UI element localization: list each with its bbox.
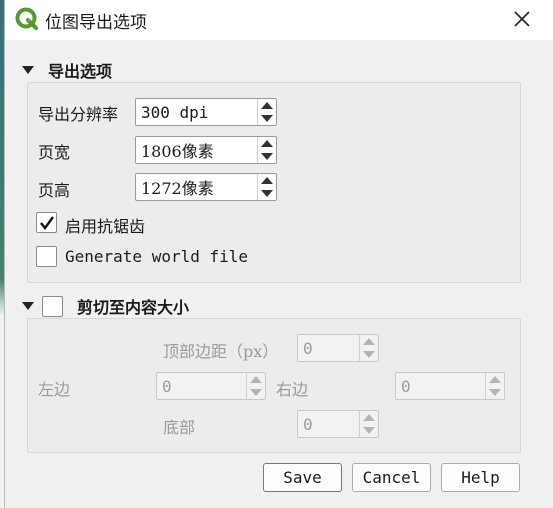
left-margin-value[interactable]: 0 <box>157 377 246 396</box>
spin-down-button[interactable] <box>247 386 265 399</box>
page-width-value[interactable]: 1806像素 <box>136 138 257 162</box>
page-height-spinbox[interactable]: 1272像素 <box>135 173 277 201</box>
spin-up-button[interactable] <box>360 335 378 348</box>
checkmark-icon <box>39 215 54 230</box>
right-margin-value[interactable]: 0 <box>396 377 485 396</box>
page-height-label: 页高 <box>38 181 71 200</box>
arrow-down-icon <box>489 389 501 396</box>
resolution-label: 导出分辨率 <box>38 105 119 124</box>
help-button[interactable]: Help <box>441 463 520 492</box>
left-margin-label: 左边 <box>38 380 71 399</box>
top-margin-value[interactable]: 0 <box>298 339 359 358</box>
right-margin-spinbox[interactable]: 0 <box>395 372 505 400</box>
world-file-label[interactable]: Generate world file <box>65 247 248 266</box>
arrow-up-icon <box>261 140 273 147</box>
export-options-header[interactable]: 导出选项 <box>22 58 112 82</box>
arrow-up-icon <box>489 376 501 383</box>
export-options-title: 导出选项 <box>48 62 113 81</box>
left-margin-spinbox[interactable]: 0 <box>156 372 266 400</box>
spin-up-button[interactable] <box>258 99 276 112</box>
arrow-down-icon <box>261 115 273 122</box>
bottom-margin-spinbox[interactable]: 0 <box>297 410 379 438</box>
bottom-margin-value[interactable]: 0 <box>298 415 359 434</box>
spin-up-button[interactable] <box>258 174 276 187</box>
spin-down-button[interactable] <box>258 150 276 163</box>
antialiasing-checkbox[interactable] <box>36 212 57 233</box>
page-width-spinbox[interactable]: 1806像素 <box>135 136 277 164</box>
collapse-arrow-icon[interactable] <box>22 66 34 74</box>
page-width-label: 页宽 <box>38 143 71 162</box>
spin-down-button[interactable] <box>258 187 276 200</box>
resolution-value[interactable]: 300 dpi <box>136 103 257 122</box>
arrow-down-icon <box>363 427 375 434</box>
arrow-down-icon <box>250 389 262 396</box>
top-margin-label: 顶部边距（px） <box>163 342 279 361</box>
top-margin-spinbox[interactable]: 0 <box>297 334 379 362</box>
spin-down-button[interactable] <box>486 386 504 399</box>
spin-up-button[interactable] <box>360 411 378 424</box>
spin-up-button[interactable] <box>247 373 265 386</box>
arrow-down-icon <box>363 351 375 358</box>
cancel-button[interactable]: Cancel <box>352 463 431 492</box>
page-height-value[interactable]: 1272像素 <box>136 175 257 199</box>
crop-header[interactable]: 剪切至内容大小 <box>22 294 189 318</box>
arrow-up-icon <box>363 338 375 345</box>
arrow-down-icon <box>261 153 273 160</box>
close-button[interactable] <box>510 7 534 31</box>
save-button[interactable]: Save <box>263 463 342 492</box>
spin-down-button[interactable] <box>360 348 378 361</box>
bottom-margin-label: 底部 <box>163 418 196 437</box>
collapse-arrow-icon[interactable] <box>22 302 34 310</box>
resolution-spinbox[interactable]: 300 dpi <box>135 98 277 126</box>
crop-title: 剪切至内容大小 <box>77 298 190 317</box>
spin-down-button[interactable] <box>258 112 276 125</box>
right-margin-label: 右边 <box>276 380 309 399</box>
arrow-up-icon <box>363 414 375 421</box>
spin-up-button[interactable] <box>258 137 276 150</box>
title-bar: 位图导出选项 <box>5 0 553 40</box>
world-file-checkbox[interactable] <box>36 246 57 267</box>
spin-down-button[interactable] <box>360 424 378 437</box>
arrow-up-icon <box>250 376 262 383</box>
close-icon <box>514 11 530 27</box>
arrow-down-icon <box>261 190 273 197</box>
crop-checkbox[interactable] <box>42 295 63 317</box>
arrow-up-icon <box>261 102 273 109</box>
export-dialog: 位图导出选项 导出选项 导出分辨率 300 dpi 页宽 1806像素 页高 1… <box>4 0 553 508</box>
spin-up-button[interactable] <box>486 373 504 386</box>
antialiasing-label[interactable]: 启用抗锯齿 <box>65 213 145 237</box>
arrow-up-icon <box>261 177 273 184</box>
window-title: 位图导出选项 <box>45 13 147 33</box>
qgis-logo-icon <box>15 7 38 30</box>
